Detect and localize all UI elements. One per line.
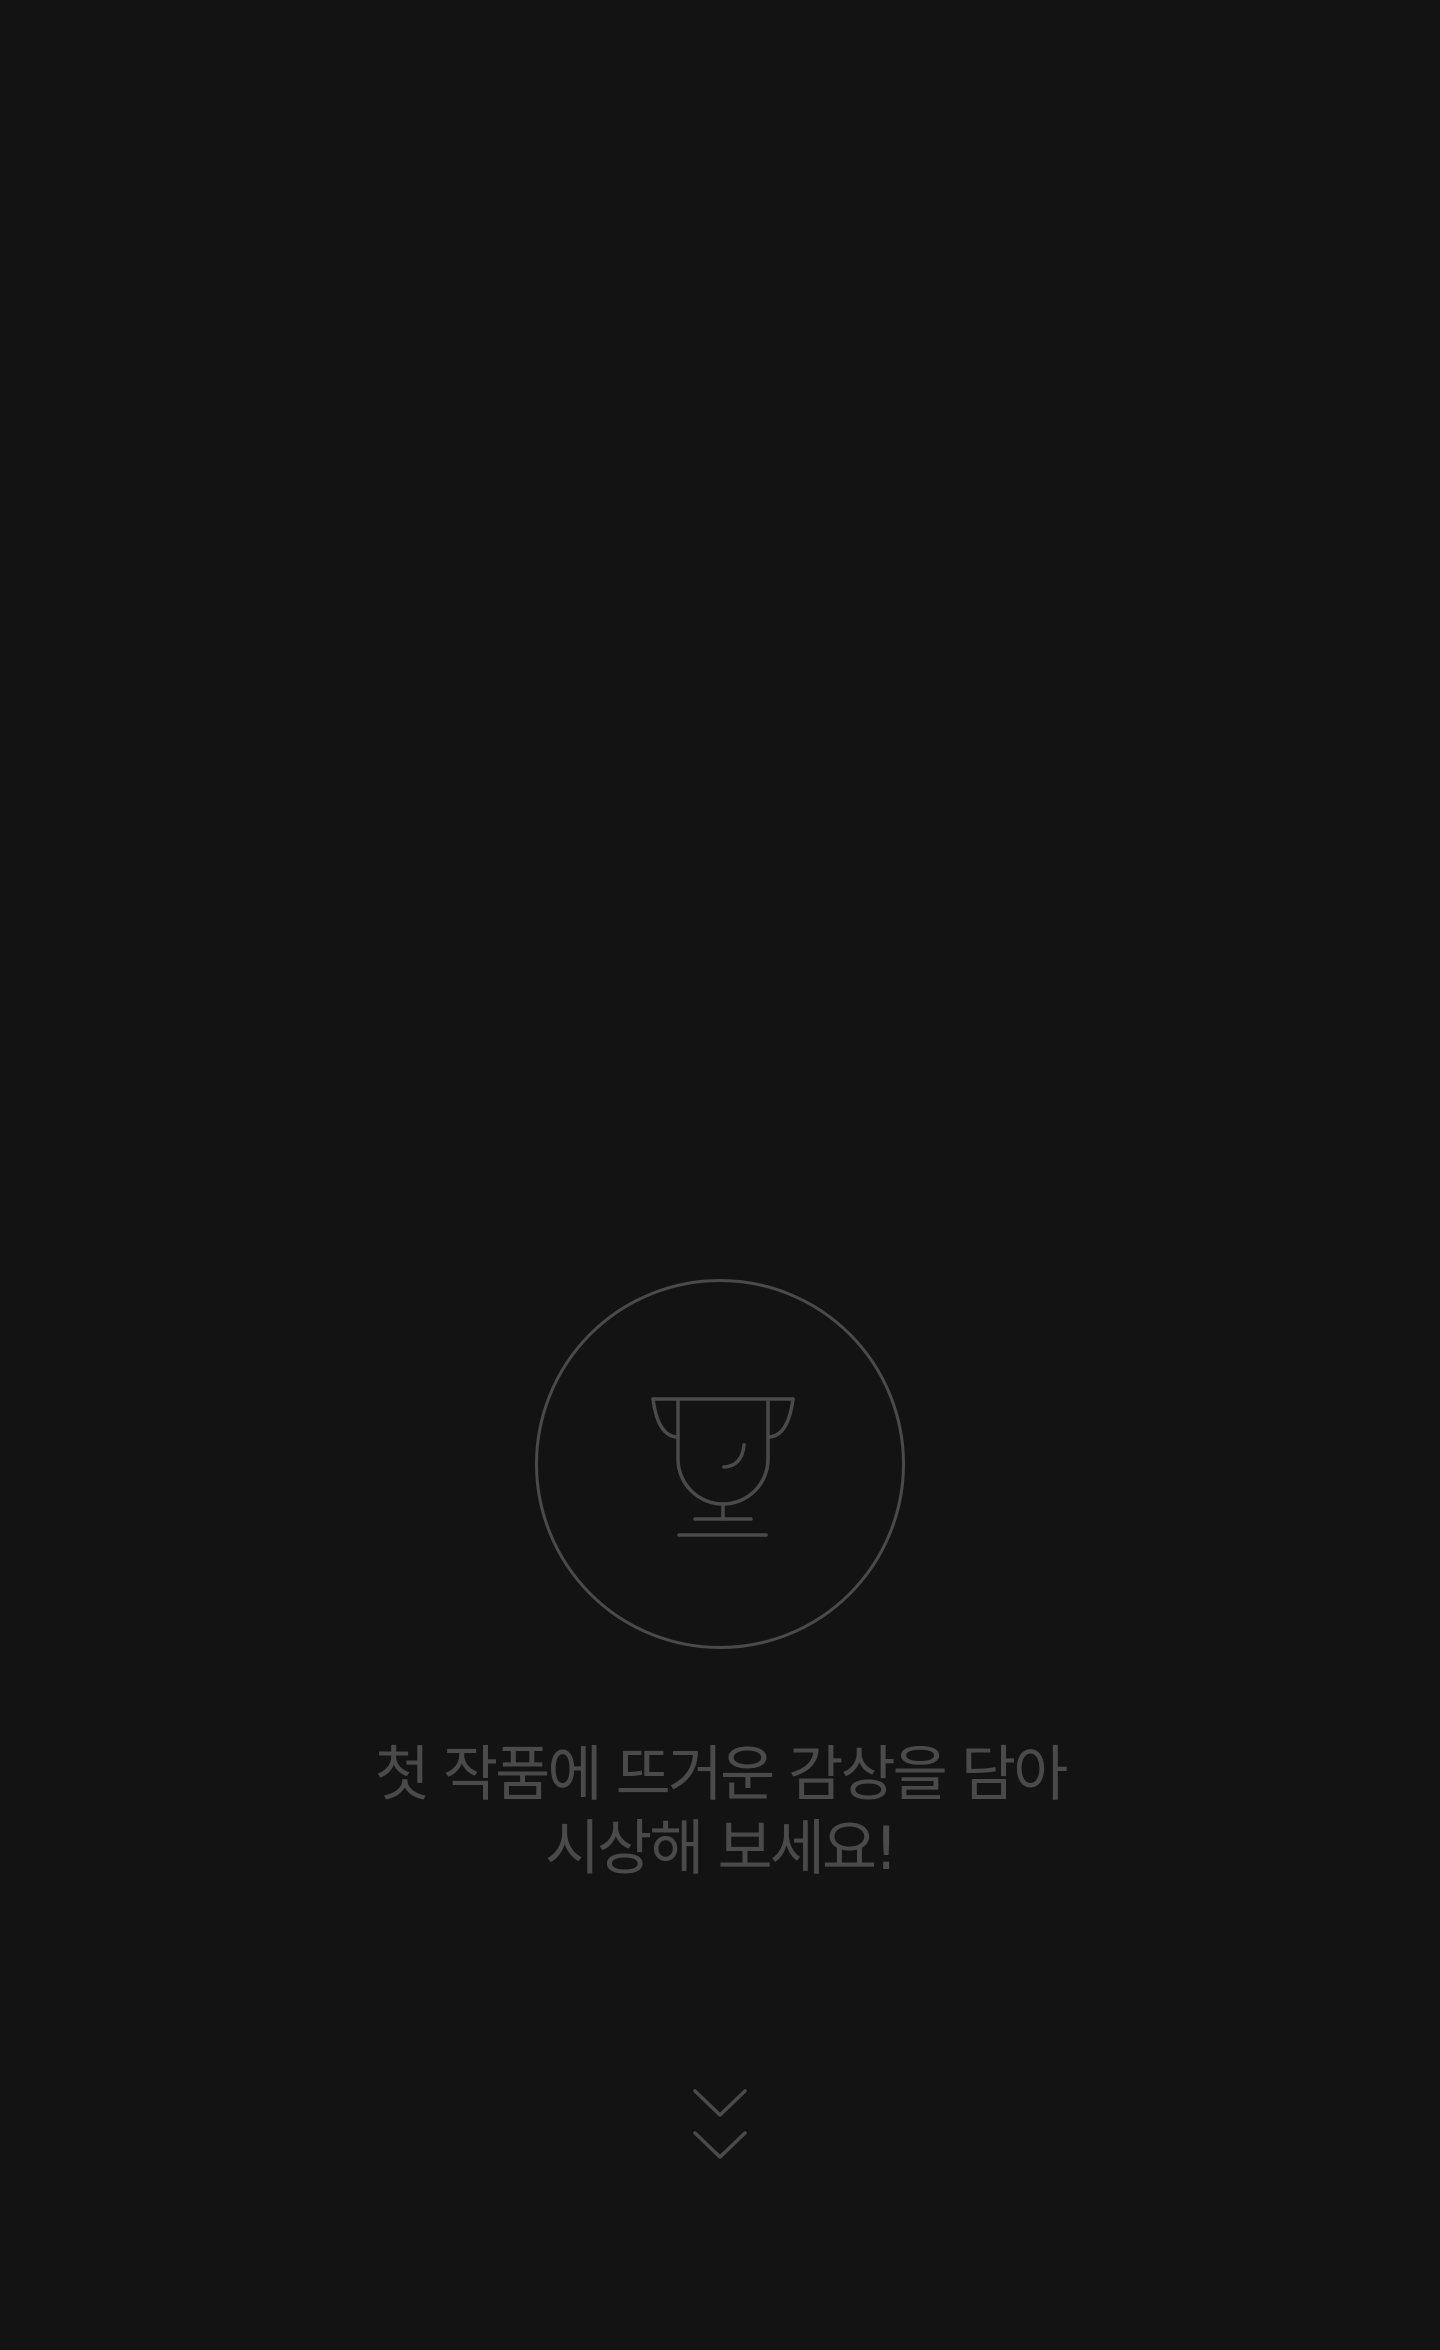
- double-chevron-down-icon: [693, 2089, 747, 2159]
- page: 첫 작품에 뜨거운 감상을 담아 시상해 보세요!: [0, 0, 1440, 2350]
- empty-state-message-line2: 시상해 보세요!: [544, 1814, 898, 1884]
- trophy-badge: [535, 1279, 905, 1649]
- empty-state-message-line1: 첫 작품에 뜨거운 감상을 담아: [374, 1740, 1069, 1810]
- scroll-down-button[interactable]: [690, 2085, 750, 2165]
- empty-state-message: 첫 작품에 뜨거운 감상을 담아 시상해 보세요!: [220, 1738, 1220, 1886]
- trophy-icon: [651, 1397, 795, 1537]
